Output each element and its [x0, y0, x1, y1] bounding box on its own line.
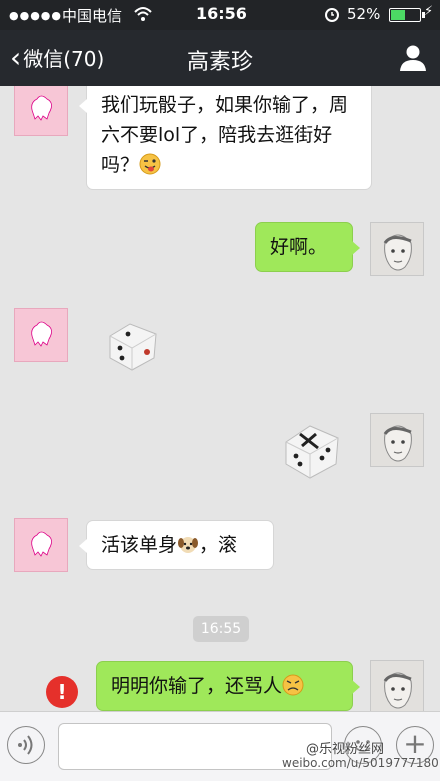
- alarm-icon: [324, 4, 340, 28]
- message-bubble[interactable]: 我们玩骰子，如果你输了，周六不要lol了，陪我去逛街好吗？: [79, 86, 372, 190]
- my-avatar[interactable]: [370, 660, 424, 711]
- message-text: 好啊。: [270, 236, 328, 258]
- voice-icon: [18, 735, 33, 755]
- dice-sticker[interactable]: [102, 314, 162, 378]
- contact-info-button[interactable]: [398, 43, 428, 73]
- battery-icon: [389, 8, 425, 22]
- my-avatar[interactable]: [370, 413, 424, 467]
- dice-sticker[interactable]: [278, 416, 344, 486]
- wifi-icon: [134, 4, 152, 28]
- message-text: 活该单身: [101, 534, 178, 556]
- message-text: ，滚: [199, 534, 238, 556]
- watermark-url: weibo.com/u/5019777180: [282, 756, 439, 770]
- sad-emoji: [282, 674, 304, 696]
- clock: 16:56: [196, 4, 247, 23]
- chat-header: ‹ 微信(70) 高素珍: [0, 30, 440, 86]
- tongue-wink-emoji: [139, 153, 161, 175]
- message-list[interactable]: 我们玩骰子，如果你输了，周六不要lol了，陪我去逛街好吗？ 好啊。 活该单身 ，滚…: [0, 86, 440, 711]
- dog-emoji: [177, 533, 199, 555]
- message-text: 明明你输了，还骂人: [111, 675, 283, 697]
- timestamp-divider: 16:55: [193, 616, 249, 642]
- page-title: 高素珍: [186, 50, 253, 75]
- watermark: @乐视粉丝网: [306, 742, 385, 757]
- status-bar: ●●●●● 中国电信 16:56 52% ⚡: [0, 0, 440, 30]
- contact-avatar[interactable]: [14, 86, 68, 136]
- contact-avatar[interactable]: [14, 518, 68, 572]
- send-failed-icon[interactable]: !: [46, 676, 78, 708]
- signal-strength-icon: ●●●●●: [9, 9, 62, 22]
- voice-input-button[interactable]: [7, 726, 45, 764]
- my-avatar[interactable]: [370, 222, 424, 276]
- message-bubble[interactable]: 好啊。: [255, 222, 360, 272]
- message-bubble[interactable]: 明明你输了，还骂人: [96, 661, 360, 711]
- battery-percent: 52%: [347, 5, 381, 23]
- message-bubble[interactable]: 活该单身 ，滚: [79, 520, 274, 570]
- charging-icon: ⚡: [424, 4, 434, 19]
- person-icon: [400, 45, 426, 71]
- carrier-name: 中国电信: [62, 7, 123, 25]
- contact-avatar[interactable]: [14, 308, 68, 362]
